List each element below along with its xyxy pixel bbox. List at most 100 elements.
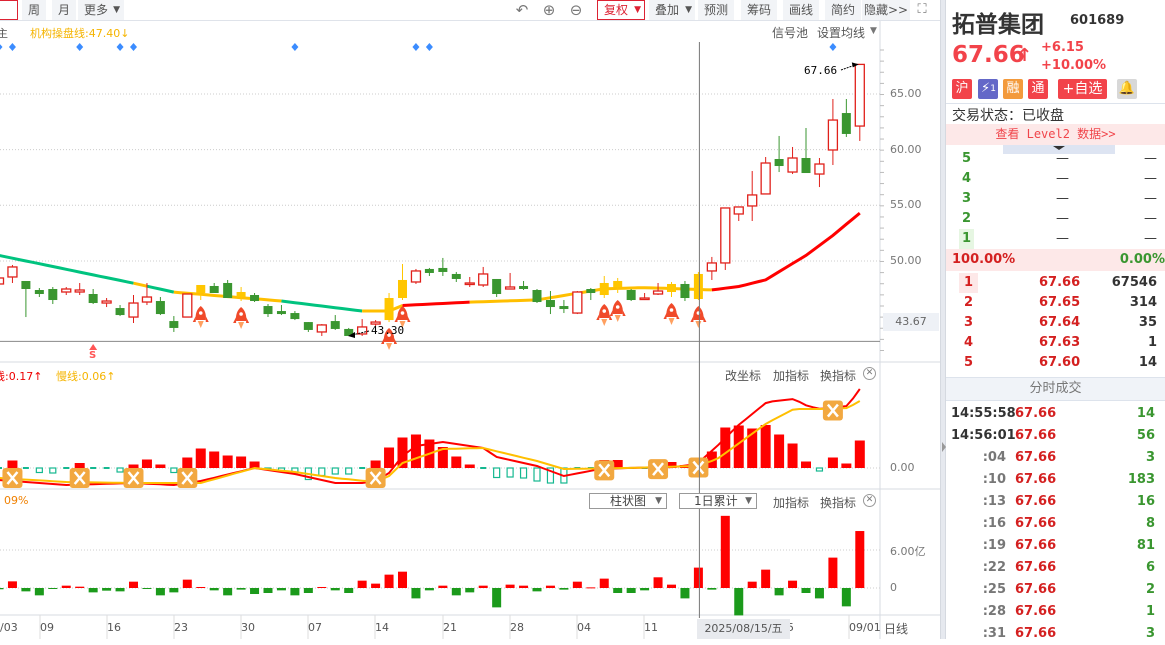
trade-price: 67.66 (1015, 582, 1057, 597)
trade-volume: 3 (1145, 450, 1155, 465)
trade-time: :31 (982, 626, 1006, 641)
volume-bar (102, 588, 112, 591)
period-button-day[interactable] (0, 0, 18, 20)
rocket-icon (233, 307, 250, 330)
candlestick (532, 289, 542, 303)
volume-bar (438, 585, 448, 588)
trade-volume: 81 (1136, 538, 1155, 553)
sell-row[interactable]: 3 — — (946, 189, 1165, 209)
volume-bar (545, 585, 555, 588)
candlestick (787, 157, 798, 173)
chevron-down-icon: ▼ (685, 5, 693, 15)
hide-panel-button[interactable]: 隐藏>> (862, 0, 911, 20)
trade-time: :28 (982, 604, 1006, 619)
candlestick (854, 63, 865, 127)
shanghai-badge[interactable]: 沪 (952, 79, 972, 99)
zoom-out-icon[interactable]: ⊖ (567, 1, 585, 19)
chevron-down-icon[interactable]: ▼ (870, 26, 877, 36)
buy-row[interactable]: 2 67.65 314 (946, 293, 1165, 313)
trade-volume: 3 (1145, 626, 1155, 641)
set-ma-link[interactable]: 设置均线 (817, 24, 865, 41)
period-button-week[interactable]: 周 (22, 0, 47, 20)
period-value: 1日累计 (694, 494, 738, 508)
price-tick: 50.00 (890, 254, 922, 267)
cross-signal-icon (648, 459, 669, 480)
volume-bar (586, 587, 596, 589)
kline-chart[interactable] (0, 0, 940, 639)
rocket-icon (663, 303, 680, 326)
sell-row[interactable]: 1 — — (946, 229, 1165, 249)
buy-price: 67.63 (1039, 335, 1081, 350)
buy-row[interactable]: 1 67.66 67546 (946, 273, 1165, 293)
candlestick (169, 321, 179, 328)
macd-bar (170, 467, 178, 474)
trade-time: :22 (982, 560, 1006, 575)
switch-indicator-link[interactable]: 换指标 (820, 367, 856, 384)
volume-bar (21, 588, 31, 592)
bell-icon[interactable]: 🔔 (1117, 79, 1137, 99)
trade-time: :10 (982, 472, 1006, 487)
buy-row[interactable]: 5 67.60 14 (946, 353, 1165, 373)
volume-bar (505, 584, 515, 588)
change-axis-link[interactable]: 改坐标 (725, 367, 761, 384)
simple-mode-button[interactable]: 简约 (825, 0, 862, 20)
volume-bar (626, 588, 636, 594)
undo-icon[interactable]: ↶ (513, 1, 531, 19)
macd-zero-tick: 0.00 (890, 461, 915, 474)
close-icon[interactable]: ✕ (863, 367, 876, 380)
overlay-dropdown[interactable]: 叠加 ▼ (649, 0, 696, 20)
margin-badge[interactable]: 融 (1003, 79, 1023, 99)
more-periods-button[interactable]: 更多 ▼ (78, 0, 125, 20)
sell-row[interactable]: 2 — — (946, 209, 1165, 229)
lightning-badge[interactable]: ⚡ 1 (978, 79, 998, 99)
rocket-icon (596, 304, 613, 327)
fullscreen-icon[interactable]: ⛶ (913, 1, 931, 19)
buy-level: 1 (959, 273, 979, 293)
fuquan-dropdown[interactable]: 复权 ▼ (597, 0, 646, 20)
sell-price: — (1056, 231, 1069, 246)
buy-row[interactable]: 3 67.64 35 (946, 313, 1165, 333)
buy-volume: 35 (1138, 315, 1157, 330)
trade-time: 14:56:01 (951, 428, 1016, 443)
add-indicator-link[interactable]: 加指标 (773, 367, 809, 384)
volume-bar (774, 588, 784, 596)
period-select[interactable]: 1日累计 ▼ (679, 493, 757, 509)
sell-row[interactable]: 5 — — (946, 149, 1165, 169)
low-price-annotation: 43.30 (371, 324, 405, 337)
close-icon[interactable]: ✕ (863, 494, 876, 507)
date-tick: 30 (241, 621, 255, 634)
level2-link[interactable]: 查看 Level2 数据>> (946, 124, 1165, 145)
volume-bar (61, 585, 71, 588)
volume-bar (424, 588, 434, 591)
macd-bar (141, 459, 152, 468)
forecast-button[interactable]: 预测 (698, 0, 735, 20)
volume-bar (532, 588, 542, 592)
trade-time: :16 (982, 516, 1006, 531)
chips-button[interactable]: 筹码 (741, 0, 778, 20)
date-tick: /03 (0, 621, 18, 634)
zoom-in-icon[interactable]: ⊕ (540, 1, 558, 19)
macd-bar (774, 434, 785, 468)
draw-line-button[interactable]: 画线 (783, 0, 820, 20)
chart-type-select[interactable]: 柱状图 ▼ (589, 493, 667, 509)
trade-time: 14:55:58 (951, 406, 1016, 421)
buy-price: 67.60 (1039, 355, 1081, 370)
signal-pool-link[interactable]: 信号池 (772, 24, 808, 41)
buy-row[interactable]: 4 67.63 1 (946, 333, 1165, 353)
connect-badge[interactable]: 通 (1028, 79, 1048, 99)
period-button-month[interactable]: 月 (52, 0, 77, 20)
buy-volume: 67546 (1111, 275, 1157, 290)
candlestick (303, 322, 313, 330)
sell-row[interactable]: 4 — — (946, 169, 1165, 189)
add-indicator-link[interactable]: 加指标 (773, 494, 809, 511)
date-tick: 11 (644, 621, 658, 634)
candlestick (652, 290, 664, 295)
volume-bar (761, 569, 771, 588)
trade-time: :04 (982, 450, 1006, 465)
candlestick (599, 282, 609, 296)
trade-price: 67.66 (1015, 626, 1057, 641)
switch-indicator-link[interactable]: 换指标 (820, 494, 856, 511)
cross-signal-icon (594, 460, 615, 481)
volume-bar (317, 586, 327, 588)
add-watchlist-button[interactable]: +自选 (1058, 79, 1107, 99)
